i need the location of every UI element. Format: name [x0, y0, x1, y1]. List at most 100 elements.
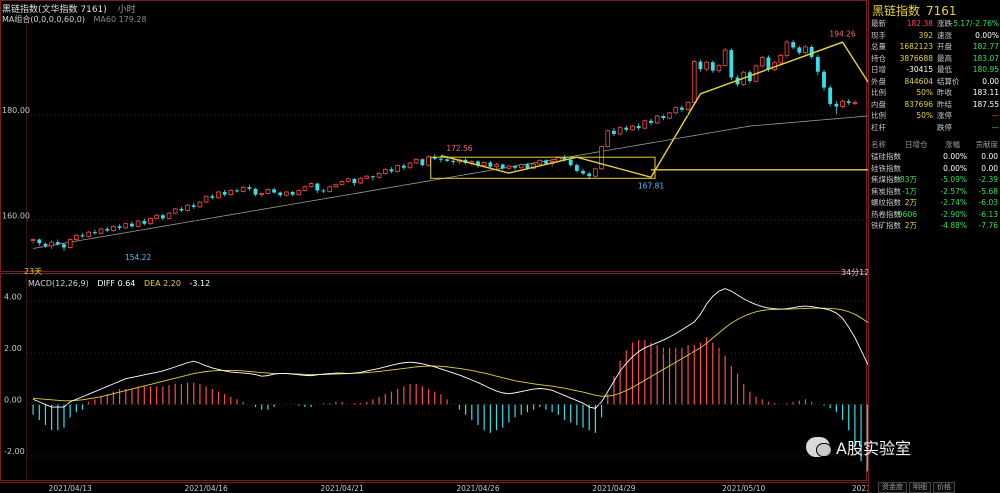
candle — [649, 118, 653, 126]
chart-canvas: 154.22172.56167.81194.26180.14 180.00160… — [0, 0, 996, 493]
index-row[interactable]: 锰硅指数 0.00% 0.00 — [869, 151, 1000, 162]
candle — [617, 126, 623, 136]
candles — [30, 39, 858, 252]
candle-body — [321, 190, 326, 192]
candle-body — [698, 61, 703, 70]
candle-body — [339, 181, 345, 186]
quote-row: 杠杆 跌停 — — [869, 122, 1000, 133]
candle — [240, 186, 246, 193]
ma-combo-label[interactable]: MA组合(0,0,0,0,60,0) — [2, 15, 85, 24]
candle — [518, 163, 524, 169]
candle — [315, 182, 320, 194]
candle — [395, 164, 400, 173]
tab-capital[interactable]: 资金度 — [878, 482, 907, 493]
tab-detail[interactable]: 明细 — [909, 482, 931, 493]
quote-row: 总量 1682123 开盘 182.77 — [869, 41, 1000, 52]
candle — [809, 44, 814, 60]
candle — [67, 238, 73, 249]
candle-body — [407, 162, 413, 169]
candle-body — [371, 176, 375, 178]
quote-row: 比例 50% 涨停 — — [869, 110, 1000, 121]
candle — [636, 123, 641, 131]
candle-body — [617, 127, 623, 135]
candle-body — [333, 184, 339, 188]
candle — [722, 47, 728, 67]
candle-body — [679, 107, 684, 110]
index-row[interactable]: 硅铁指数 0.00% 0.00 — [869, 163, 1000, 174]
quote-l1: 比例 — [871, 111, 886, 120]
candle-body — [222, 192, 227, 195]
candle-body — [30, 239, 36, 241]
candle — [253, 187, 258, 197]
candle — [667, 111, 672, 120]
candle-body — [43, 243, 48, 246]
quote-l1: 最新 — [871, 19, 886, 28]
index-name: 硅铁指数 — [871, 163, 901, 173]
candle-body — [413, 158, 419, 164]
candle — [513, 164, 517, 171]
candle — [284, 190, 289, 197]
ma60-line — [33, 113, 893, 249]
quote-row: 日增 -30415 最低 180.95 — [869, 64, 1000, 75]
candle — [413, 158, 419, 165]
candle — [80, 233, 85, 238]
candle-body — [815, 56, 820, 72]
quote-v2: -5.17/-2.76% — [950, 19, 999, 28]
candle-body — [376, 173, 382, 178]
candle — [593, 167, 598, 178]
date-tick-label: 2021/04/26 — [456, 484, 499, 493]
candle — [784, 39, 790, 58]
candle — [494, 162, 499, 169]
candle-body — [142, 221, 147, 224]
candle — [345, 177, 351, 183]
quote-row: 现手 392 速涨 0.00% — [869, 30, 1000, 41]
candle-body — [710, 62, 715, 71]
index-row[interactable]: 热卷指数 -9606 -2.90% -6.13 — [869, 209, 1000, 220]
quote-row: 最新 182.38 涨跌 -5.17/-2.76% — [869, 18, 1000, 29]
candle-body — [197, 201, 203, 208]
candle — [389, 167, 394, 174]
index-name: 锰硅指数 — [871, 152, 901, 161]
candle-body — [166, 212, 172, 219]
index-row[interactable]: 焦炭指数 -1万 -2.57% -5.68 — [869, 186, 1000, 197]
candle-body — [315, 183, 320, 191]
candle — [364, 175, 370, 180]
ma60-value: MA60 179.28 — [93, 15, 147, 24]
date-tick-label: 2021/04/29 — [592, 484, 635, 493]
candle — [642, 119, 648, 130]
candle — [654, 114, 660, 124]
index-chg: -4.88% — [940, 221, 967, 230]
index-row[interactable]: 铁矿指数 2万 -4.88% -7.76 — [869, 220, 1000, 231]
index-pos: 2万 — [904, 221, 917, 230]
candle — [685, 101, 691, 111]
candle — [630, 125, 635, 131]
candle — [321, 188, 326, 194]
quote-l2: 昨结 — [937, 99, 952, 109]
price-annotation: 194.26 — [829, 30, 855, 39]
macd-panel-frame — [0, 273, 867, 481]
tab-price[interactable]: 价格 — [933, 482, 955, 493]
candle-body — [327, 186, 333, 192]
candle — [710, 60, 715, 73]
candle-body — [568, 159, 573, 166]
candle-body — [185, 204, 190, 211]
index-pos: -9606 — [895, 209, 917, 219]
quote-l1: 持仓 — [871, 53, 886, 63]
candle — [716, 64, 722, 73]
macd-label[interactable]: MACD(12,26,9) — [28, 279, 89, 288]
candle-body — [247, 187, 252, 189]
index-row[interactable]: 焦煤指数 -83万 -5.09% -2.39 — [869, 174, 1000, 185]
candle — [30, 238, 36, 244]
candle — [581, 168, 585, 176]
index-con: -6.13 — [978, 209, 998, 219]
date-axis: 2021/04/13 2021/04/16 2021/04/21 2021/04/26… — [49, 482, 895, 493]
candle-body — [117, 226, 122, 228]
candle — [605, 129, 611, 148]
quote-row: 内盘 837696 昨结 187.55 — [869, 99, 1000, 110]
quote-l2: 开盘 — [937, 42, 952, 51]
candle — [691, 60, 697, 104]
index-row[interactable]: 螺纹指数 2万 -2.74% -6.03 — [869, 197, 1000, 208]
candle-body — [766, 57, 771, 70]
candle-body — [599, 146, 604, 170]
price-annotation: 167.81 — [638, 181, 664, 190]
